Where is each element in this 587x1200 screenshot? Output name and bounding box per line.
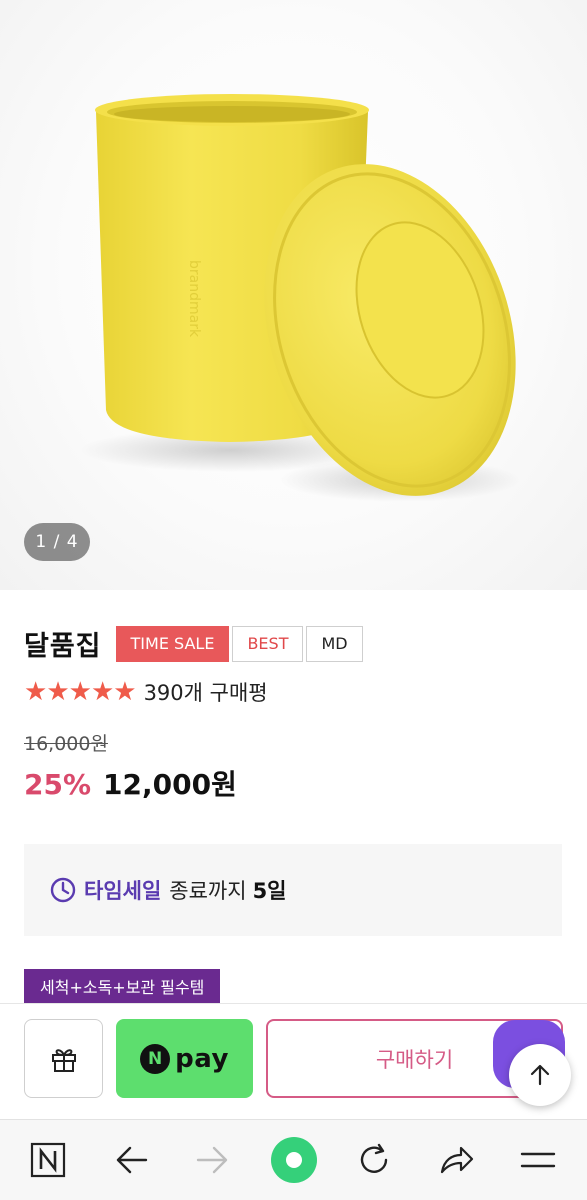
star-icon: ★ bbox=[90, 677, 115, 707]
naver-pay-button[interactable]: N pay bbox=[116, 1019, 253, 1098]
menu-icon bbox=[520, 1152, 556, 1168]
forward-arrow-icon bbox=[196, 1146, 228, 1174]
naver-home-icon bbox=[30, 1142, 66, 1178]
reload-button[interactable] bbox=[352, 1138, 396, 1182]
timesale-label: 타임세일 bbox=[84, 879, 162, 903]
product-image-gallery[interactable]: brandmark 1 / 4 bbox=[0, 0, 587, 590]
star-icon: ★ bbox=[46, 677, 70, 707]
badge-best: BEST bbox=[232, 625, 304, 662]
naver-pay-label: pay bbox=[175, 1043, 229, 1074]
naver-green-button[interactable] bbox=[270, 1136, 318, 1184]
purchase-bar: N pay 구매하기 bbox=[0, 1003, 587, 1119]
naver-green-dot-icon bbox=[271, 1137, 317, 1183]
gift-button[interactable] bbox=[24, 1019, 103, 1098]
timesale-text: 종료까지 bbox=[169, 879, 247, 903]
forward-button[interactable] bbox=[190, 1138, 234, 1182]
product-image: brandmark bbox=[80, 94, 520, 502]
share-icon bbox=[440, 1146, 474, 1174]
gift-icon bbox=[51, 1048, 76, 1072]
menu-button[interactable] bbox=[516, 1138, 560, 1182]
discount-rate: 25% bbox=[24, 768, 92, 801]
star-icon: ★ bbox=[24, 677, 48, 707]
original-price: 16,000원 bbox=[24, 733, 108, 755]
badge-md: MD bbox=[306, 625, 363, 662]
timesale-remaining-days: 5일 bbox=[252, 879, 287, 903]
naver-pay-logo-icon: N bbox=[140, 1043, 171, 1074]
timesale-box: 타임세일 종료까지 5일 bbox=[24, 844, 562, 936]
image-pager-indicator: 1 / 4 bbox=[24, 523, 90, 561]
back-arrow-icon bbox=[116, 1146, 148, 1174]
share-button[interactable] bbox=[434, 1138, 478, 1182]
browser-navigation-bar bbox=[0, 1119, 587, 1200]
sale-price: 12,000원 bbox=[103, 768, 237, 801]
clock-icon bbox=[50, 877, 76, 903]
arrow-up-icon bbox=[530, 1064, 550, 1086]
back-button[interactable] bbox=[110, 1138, 154, 1182]
title-row: 달품집 TIME SALE BEST MD bbox=[24, 624, 366, 663]
naver-home-button[interactable] bbox=[26, 1138, 70, 1182]
svg-text:brandmark: brandmark bbox=[186, 260, 202, 338]
product-title: 달품집 bbox=[24, 631, 102, 662]
star-icon: ★ bbox=[68, 677, 92, 707]
feature-tag: 세척+소독+보관 필수템 bbox=[24, 969, 221, 1003]
badge-time-sale: TIME SALE bbox=[115, 625, 230, 662]
rating-stars: ★ ★ ★ ★ ★ bbox=[24, 677, 137, 707]
rating-row[interactable]: ★ ★ ★ ★ ★ 390개 구매평 bbox=[24, 677, 268, 707]
reload-icon bbox=[360, 1143, 388, 1173]
scroll-top-button[interactable] bbox=[509, 1044, 571, 1106]
review-count-link[interactable]: 390개 구매평 bbox=[144, 677, 268, 707]
star-icon: ★ bbox=[113, 677, 137, 707]
price-row: 25% 12,000원 bbox=[24, 763, 237, 803]
